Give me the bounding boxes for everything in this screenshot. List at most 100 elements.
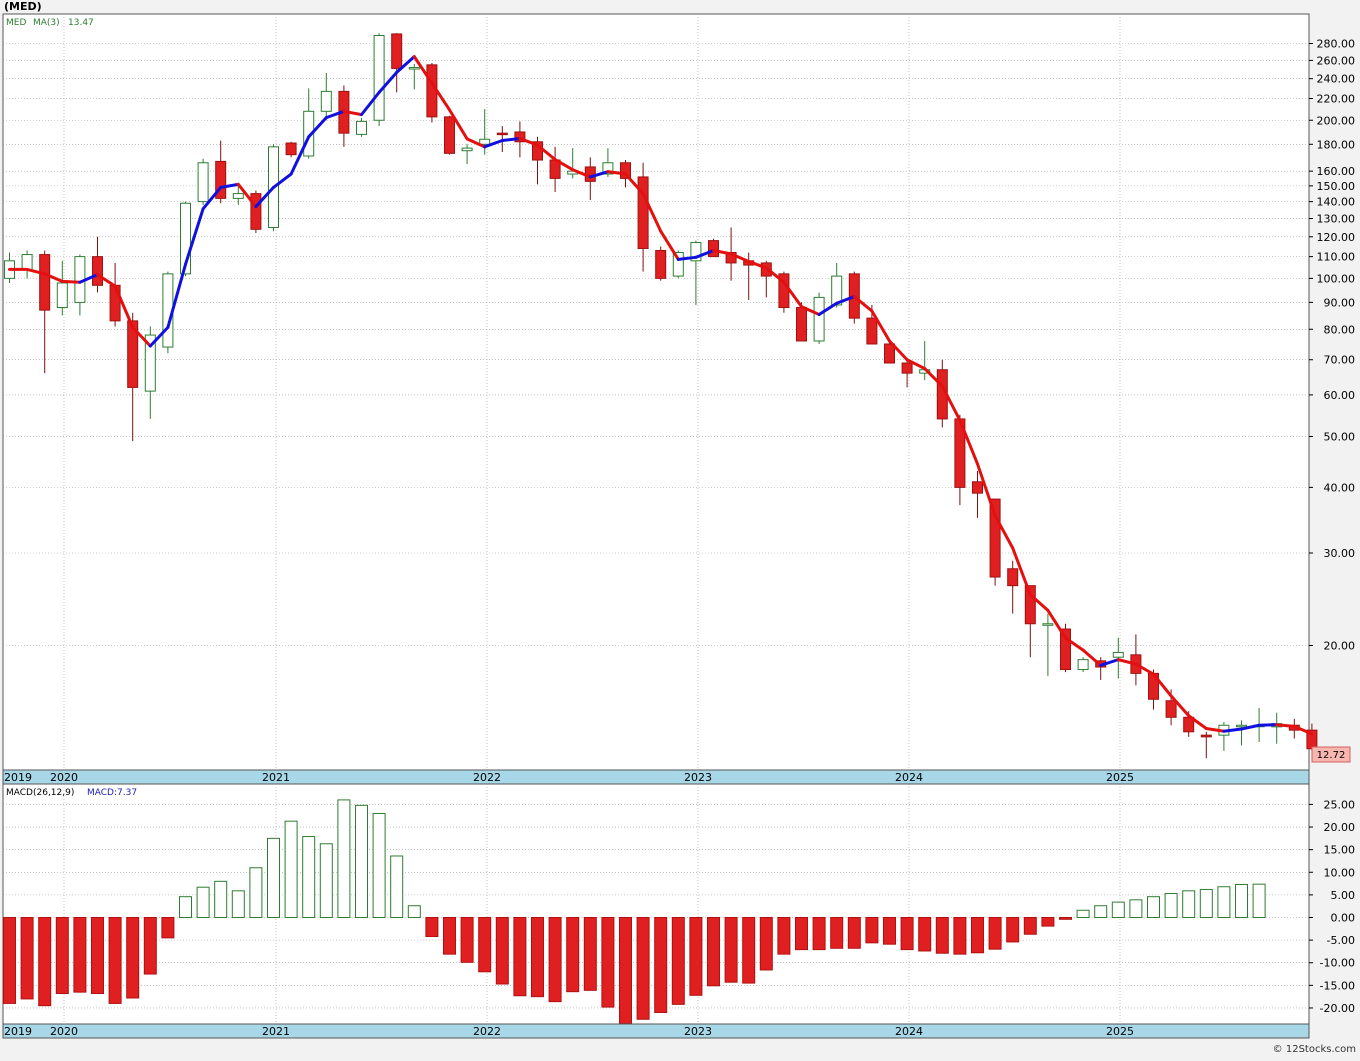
price-tick-label: 220.00 — [1317, 93, 1356, 106]
candle-body-up — [56, 282, 68, 309]
candle — [1077, 657, 1089, 673]
macd-bar-positive — [1199, 888, 1213, 918]
macd-legend-name: MACD(26,12,9) — [6, 788, 74, 798]
macd-x-tick-label: 2022 — [473, 1025, 501, 1038]
candle-body-up — [1112, 651, 1124, 658]
macd-bar-negative — [108, 917, 122, 1004]
macd-tick-label: 20.00 — [1324, 821, 1356, 834]
last-price-label: 12.72 — [1317, 750, 1346, 761]
macd-bar-negative — [883, 917, 896, 945]
candle — [813, 292, 825, 344]
chart-canvas: 20.00 30.00 40.00 50.00 60.00 70.00 80.00 90.00… — [2, 0, 1356, 1055]
macd-bar-negative — [671, 917, 685, 1005]
price-tick-label: 80.00 — [1324, 323, 1356, 336]
macd-bar-positive — [390, 855, 404, 918]
candle-body-up — [232, 193, 244, 199]
macd-x-tick-label: 2025 — [1106, 1025, 1134, 1038]
macd-bar-negative — [583, 917, 597, 991]
candle-body-down — [92, 256, 103, 286]
candle-body-up — [813, 296, 825, 342]
price-tick-label: 200.00 — [1317, 114, 1356, 127]
macd-bar-negative — [513, 917, 527, 997]
macd-x-tick-label: 2020 — [50, 1025, 78, 1038]
candle — [197, 158, 209, 205]
macd-x-tick-label: 2023 — [684, 1025, 712, 1038]
macd-x-tick-label: 2024 — [895, 1025, 923, 1038]
candle-body-up — [479, 138, 491, 145]
candle — [444, 115, 455, 155]
macd-tick-label: 5.00 — [1331, 889, 1356, 902]
macd-bar-negative — [1041, 917, 1055, 927]
candle — [426, 63, 438, 123]
price-tick-label: 30.00 — [1324, 547, 1356, 560]
macd-bar-negative — [20, 917, 34, 1000]
macd-bar-negative — [1006, 917, 1020, 943]
candle-body-up — [197, 162, 209, 203]
macd-bar-negative — [777, 917, 791, 955]
price-legend-ma-value: 13.47 — [68, 18, 94, 28]
macd-bar-negative — [830, 917, 844, 949]
macd-bar-positive — [1164, 893, 1178, 918]
candle-body-up — [408, 67, 420, 70]
candle-body-down — [708, 240, 719, 258]
macd-bar-positive — [1094, 905, 1108, 918]
price-tick-label: 160.00 — [1317, 165, 1356, 178]
candle-body-down — [496, 132, 508, 136]
price-tick-label: 50.00 — [1324, 430, 1356, 443]
macd-bar-negative — [654, 917, 668, 1013]
macd-bar-negative — [161, 917, 175, 939]
candle — [708, 238, 719, 258]
macd-tick-label: -5.00 — [1327, 934, 1355, 947]
macd-tick-label: -15.00 — [1320, 979, 1355, 992]
macd-bar-negative — [548, 917, 562, 1003]
price-tick-label: 150.00 — [1317, 180, 1356, 193]
macd-bar-negative — [742, 917, 756, 984]
macd-bar-positive — [1111, 901, 1125, 919]
macd-tick-label: -10.00 — [1320, 957, 1355, 970]
candle-body-down — [972, 481, 983, 494]
macd-tick-label: 25.00 — [1324, 798, 1356, 811]
macd-bar-positive — [1235, 883, 1248, 919]
price-tick-label: 110.00 — [1317, 251, 1356, 264]
macd-y-axis: -20.00 -15.00 -10.00 -5.00 0.00 5.00 10.00 15.0… — [1309, 798, 1355, 1015]
macd-bar-positive — [196, 886, 210, 919]
price-tick-label: 40.00 — [1324, 481, 1356, 494]
price-legend-ma: MA(3) — [33, 18, 60, 28]
candle-body-down — [444, 116, 455, 154]
macd-x-tick-label: 2019 — [4, 1025, 32, 1038]
macd-bar-negative — [91, 917, 104, 994]
macd-bar-positive — [249, 867, 263, 919]
candle-body-down — [1007, 568, 1019, 587]
price-tick-label: 120.00 — [1317, 231, 1356, 244]
candle-body-down — [1165, 700, 1177, 718]
macd-bar-positive — [355, 804, 368, 918]
macd-bar-negative — [425, 917, 439, 937]
candle-body-up — [1077, 659, 1089, 671]
macd-bar-negative — [601, 917, 615, 1008]
macd-bar-negative — [759, 917, 773, 971]
ma-segment — [1257, 723, 1279, 727]
macd-bar-negative — [812, 917, 826, 951]
price-x-tick-label: 2019 — [4, 771, 32, 784]
macd-legend-value: MACD:7.37 — [87, 788, 137, 798]
macd-bar-negative — [918, 917, 932, 952]
macd-bar-negative — [495, 917, 509, 985]
candle-body-up — [356, 120, 367, 135]
candle-body-down — [1200, 734, 1212, 738]
candle-body-down — [39, 254, 51, 311]
macd-bar-positive — [1252, 883, 1266, 918]
macd-bar-positive — [231, 890, 245, 918]
ma-segment — [676, 255, 698, 261]
macd-tick-label: -20.00 — [1320, 1002, 1355, 1015]
candle-body-up — [1042, 623, 1054, 626]
ma-segment — [1275, 723, 1296, 728]
macd-bar-positive — [179, 896, 192, 919]
macd-bar-negative — [935, 917, 949, 954]
macd-bar-positive — [267, 837, 280, 918]
macd-bar-negative — [73, 917, 87, 993]
macd-tick-label: 10.00 — [1324, 866, 1356, 879]
macd-bar-negative — [460, 917, 474, 963]
macd-bar-negative — [3, 917, 16, 1004]
macd-bar-negative — [566, 917, 580, 993]
price-tick-label: 260.00 — [1317, 54, 1356, 67]
